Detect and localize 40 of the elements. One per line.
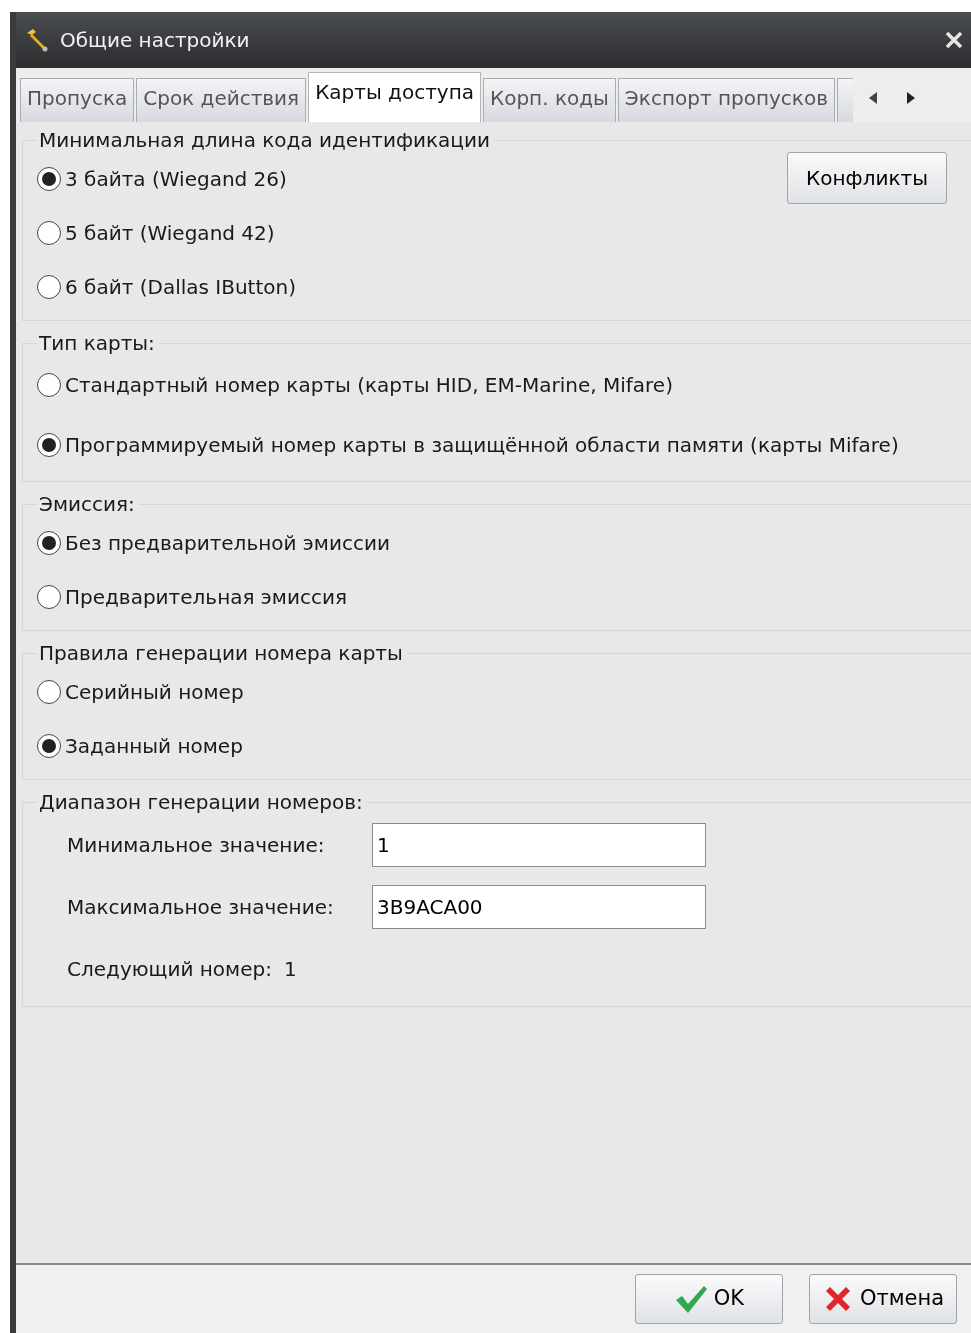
radio-label[interactable]: Заданный номер	[65, 731, 243, 761]
next-number-value: 1	[283, 956, 297, 983]
conflicts-button[interactable]: Конфликты	[787, 152, 947, 204]
input-field[interactable]: 3B9ACA00	[372, 885, 706, 929]
radio-button[interactable]	[37, 680, 61, 704]
radio-button[interactable]	[37, 734, 61, 758]
ok-button[interactable]: OK	[635, 1274, 783, 1324]
radio-label[interactable]: Серийный номер	[65, 677, 244, 707]
tab[interactable]: Срок действия	[136, 78, 307, 122]
group-title: Эмиссия:	[38, 492, 136, 516]
group-title: Диапазон генерации номеров:	[38, 790, 364, 814]
tab[interactable]: Корп. коды	[483, 78, 616, 122]
group-title: Минимальная длина кода идентификации	[38, 128, 491, 152]
tab[interactable]: Экспорт пропусков	[617, 78, 835, 122]
tab[interactable]: Пропуска	[20, 78, 135, 122]
radio-label[interactable]: 6 байт (Dallas IButton)	[65, 272, 296, 302]
radio-label[interactable]: Без предварительной эмиссии	[65, 528, 390, 558]
radio-button[interactable]	[37, 221, 61, 245]
radio-label[interactable]: Стандартный номер карты (карты HID, EM-Marine, Mifare)	[65, 370, 673, 400]
radio-button[interactable]	[37, 531, 61, 555]
group-title: Тип карты:	[38, 331, 156, 355]
radio-button[interactable]	[37, 275, 61, 299]
radio-label[interactable]: Предварительная эмиссия	[65, 582, 347, 612]
radio-button[interactable]	[37, 585, 61, 609]
radio-label[interactable]: Программируемый номер карты в защищённой области памяти (карты Mifare)	[65, 430, 899, 460]
radio-label[interactable]: 5 байт (Wiegand 42)	[65, 218, 275, 248]
radio-label[interactable]: 3 байта (Wiegand 26)	[65, 164, 287, 194]
cancel-button[interactable]: Отмена	[809, 1274, 957, 1324]
window-title: Общие настройки	[60, 27, 250, 54]
close-icon[interactable]	[945, 31, 963, 49]
radio-button[interactable]	[37, 373, 61, 397]
tab[interactable]: Карты доступа	[308, 72, 481, 122]
field-label: Максимальное значение:	[67, 894, 335, 921]
check-icon	[673, 1284, 708, 1314]
input-field[interactable]: 1	[372, 823, 706, 867]
radio-button[interactable]	[37, 433, 61, 457]
radio-button[interactable]	[37, 167, 61, 191]
field-label: Минимальное значение:	[67, 832, 326, 859]
field-label: Следующий номер:	[67, 956, 272, 983]
group-title: Правила генерации номера карты	[38, 641, 404, 665]
